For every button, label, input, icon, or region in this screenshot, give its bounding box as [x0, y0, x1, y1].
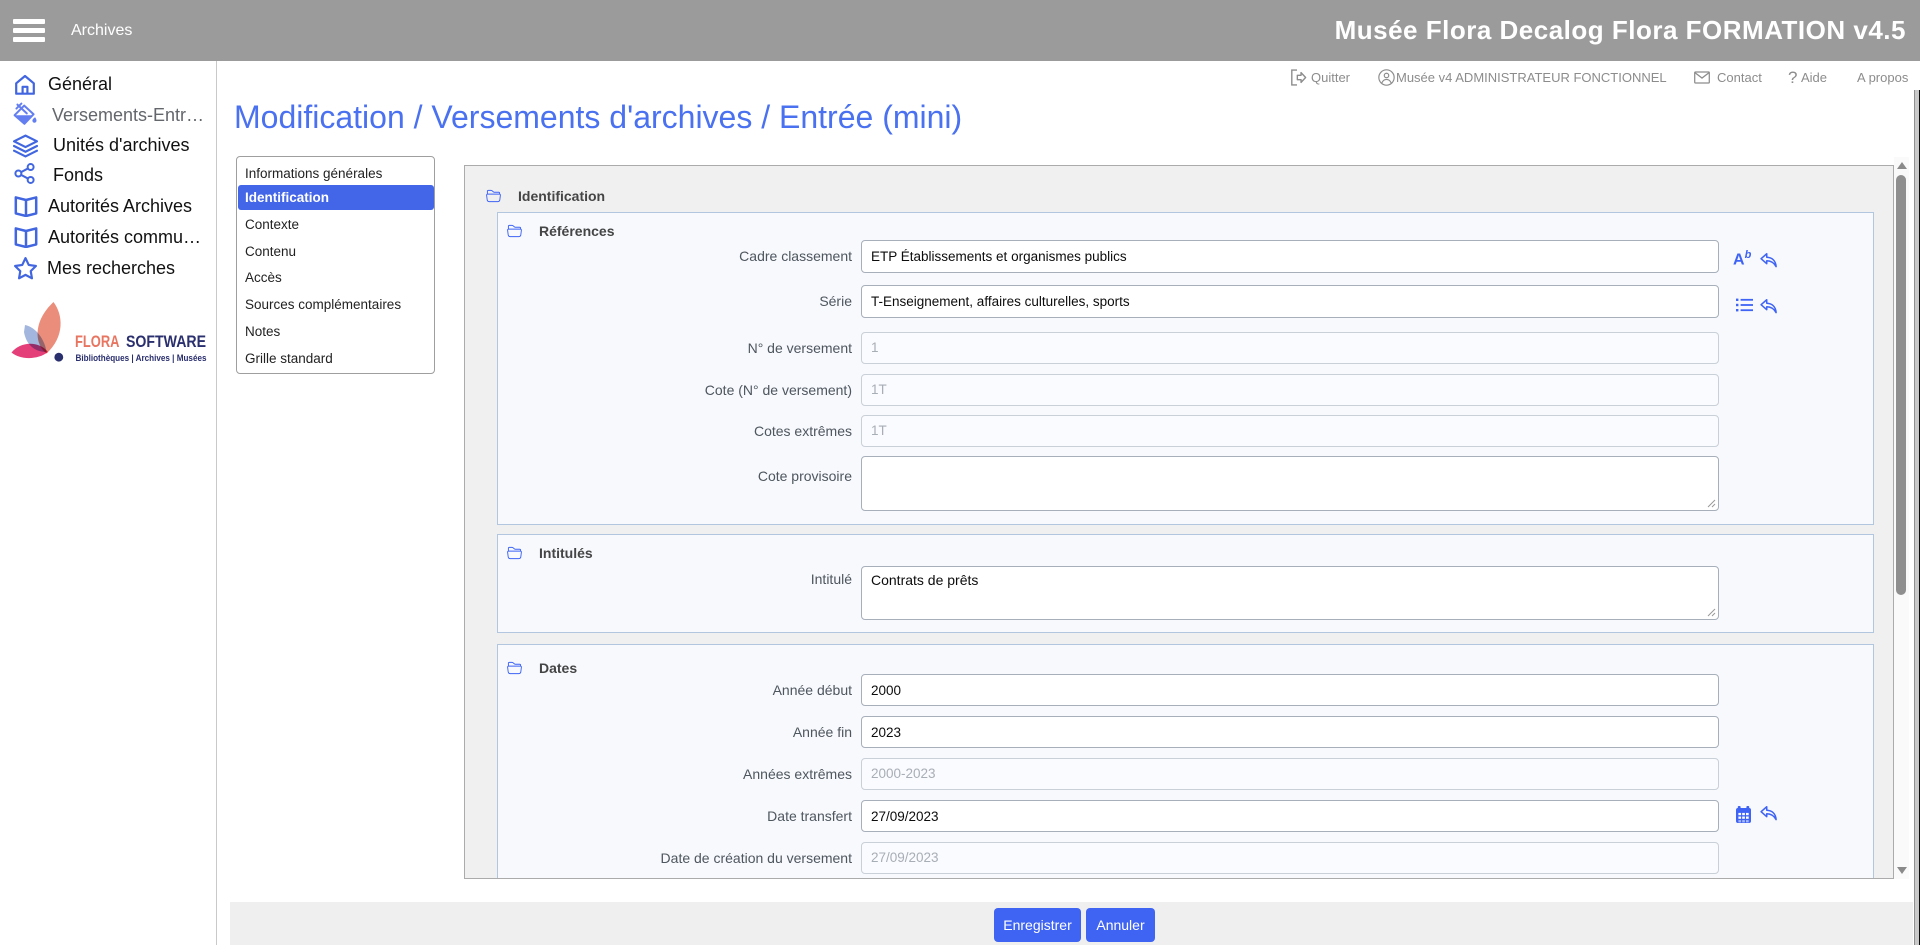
- svg-text:SOFTWARE: SOFTWARE: [126, 333, 206, 351]
- svg-text:FLORA: FLORA: [75, 333, 120, 351]
- svg-text:Bibliothèques | Archives | Mus: Bibliothèques | Archives | Musées: [76, 353, 207, 363]
